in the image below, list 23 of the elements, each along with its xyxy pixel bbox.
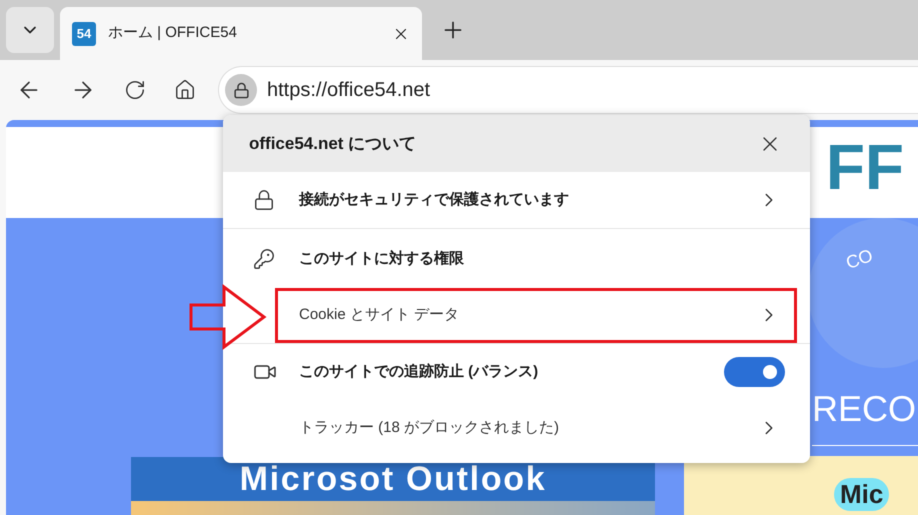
banner: Microsot Outlook bbox=[131, 457, 655, 515]
highlight-frame[interactable]: Cookie とサイト データ bbox=[275, 288, 797, 342]
menu-item-label: 接続がセキュリティで保護されています bbox=[299, 190, 569, 210]
site-logo: FF bbox=[826, 134, 904, 198]
home-icon[interactable] bbox=[174, 79, 196, 101]
menu-item-label: Cookie とサイト データ bbox=[299, 304, 460, 325]
url-text: https://office54.net bbox=[267, 78, 430, 103]
lock-icon bbox=[253, 189, 275, 211]
favicon: 54 bbox=[72, 22, 96, 46]
section-heading: RECO bbox=[812, 391, 918, 427]
menu-item-label: このサイトに対する権限 bbox=[299, 248, 464, 269]
menu-item-label: このサイトでの追跡防止 (バランス) bbox=[299, 362, 538, 382]
popup-title: office54.net について bbox=[249, 132, 418, 155]
tab-title: ホーム | OFFICE54 bbox=[108, 23, 238, 44]
lock-button[interactable] bbox=[225, 74, 257, 106]
toggle-switch[interactable] bbox=[724, 357, 785, 387]
menu-item-label: トラッカー (18 がブロックされました) bbox=[299, 418, 560, 438]
browser-tab[interactable]: 54 ホーム | OFFICE54 bbox=[60, 7, 422, 60]
address-bar[interactable]: https://office54.net bbox=[218, 66, 918, 114]
card: Mic bbox=[684, 456, 918, 515]
lock-icon bbox=[232, 82, 250, 98]
key-icon bbox=[253, 248, 275, 270]
reload-icon[interactable] bbox=[124, 79, 146, 101]
